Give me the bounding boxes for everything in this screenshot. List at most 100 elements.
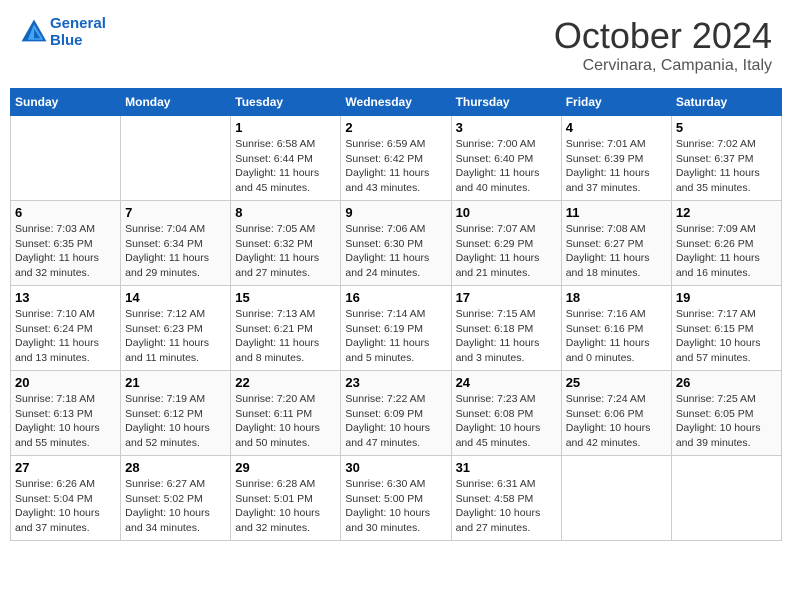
calendar-cell: 24 Sunrise: 7:23 AMSunset: 6:08 PMDayligh… bbox=[451, 371, 561, 456]
day-info: Sunrise: 7:23 AMSunset: 6:08 PMDaylight:… bbox=[456, 392, 557, 451]
weekday-header: Tuesday bbox=[231, 89, 341, 116]
day-number: 13 bbox=[15, 290, 116, 305]
calendar-cell: 31 Sunrise: 6:31 AMSunset: 4:58 PMDayligh… bbox=[451, 456, 561, 541]
day-number: 9 bbox=[345, 205, 446, 220]
day-number: 7 bbox=[125, 205, 226, 220]
calendar-cell: 17 Sunrise: 7:15 AMSunset: 6:18 PMDayligh… bbox=[451, 286, 561, 371]
day-number: 1 bbox=[235, 120, 336, 135]
day-number: 5 bbox=[676, 120, 777, 135]
day-info: Sunrise: 7:07 AMSunset: 6:29 PMDaylight:… bbox=[456, 222, 557, 281]
calendar-cell: 12 Sunrise: 7:09 AMSunset: 6:26 PMDayligh… bbox=[671, 201, 781, 286]
day-number: 14 bbox=[125, 290, 226, 305]
calendar-cell: 5 Sunrise: 7:02 AMSunset: 6:37 PMDaylight… bbox=[671, 116, 781, 201]
day-info: Sunrise: 7:02 AMSunset: 6:37 PMDaylight:… bbox=[676, 137, 777, 196]
month-title: October 2024 bbox=[554, 15, 772, 57]
day-info: Sunrise: 7:01 AMSunset: 6:39 PMDaylight:… bbox=[566, 137, 667, 196]
calendar-cell: 11 Sunrise: 7:08 AMSunset: 6:27 PMDayligh… bbox=[561, 201, 671, 286]
day-number: 23 bbox=[345, 375, 446, 390]
calendar-cell: 18Sunrise: 7:16 AMSunset: 6:16 PMDayligh… bbox=[561, 286, 671, 371]
day-info: Sunrise: 6:30 AMSunset: 5:00 PMDaylight:… bbox=[345, 477, 446, 536]
weekday-header: Wednesday bbox=[341, 89, 451, 116]
day-number: 19 bbox=[676, 290, 777, 305]
logo: General Blue bbox=[20, 15, 106, 49]
calendar-cell: 1 Sunrise: 6:58 AMSunset: 6:44 PMDaylight… bbox=[231, 116, 341, 201]
day-info: Sunrise: 7:06 AMSunset: 6:30 PMDaylight:… bbox=[345, 222, 446, 281]
day-number: 6 bbox=[15, 205, 116, 220]
calendar-cell bbox=[671, 456, 781, 541]
day-number: 10 bbox=[456, 205, 557, 220]
day-info: Sunrise: 6:59 AMSunset: 6:42 PMDaylight:… bbox=[345, 137, 446, 196]
location: Cervinara, Campania, Italy bbox=[554, 57, 772, 75]
day-info: Sunrise: 6:31 AMSunset: 4:58 PMDaylight:… bbox=[456, 477, 557, 536]
calendar-cell: 29 Sunrise: 6:28 AMSunset: 5:01 PMDayligh… bbox=[231, 456, 341, 541]
day-info: Sunrise: 7:19 AMSunset: 6:12 PMDaylight:… bbox=[125, 392, 226, 451]
calendar-cell: 27 Sunrise: 6:26 AMSunset: 5:04 PMDayligh… bbox=[11, 456, 121, 541]
day-info: Sunrise: 7:05 AMSunset: 6:32 PMDaylight:… bbox=[235, 222, 336, 281]
day-number: 22 bbox=[235, 375, 336, 390]
day-number: 21 bbox=[125, 375, 226, 390]
calendar-cell: 6 Sunrise: 7:03 AMSunset: 6:35 PMDaylight… bbox=[11, 201, 121, 286]
day-info: Sunrise: 7:22 AMSunset: 6:09 PMDaylight:… bbox=[345, 392, 446, 451]
day-number: 30 bbox=[345, 460, 446, 475]
day-number: 3 bbox=[456, 120, 557, 135]
day-info: Sunrise: 7:15 AMSunset: 6:18 PMDaylight:… bbox=[456, 307, 557, 366]
calendar-cell: 23 Sunrise: 7:22 AMSunset: 6:09 PMDayligh… bbox=[341, 371, 451, 456]
calendar-cell bbox=[121, 116, 231, 201]
weekday-header: Sunday bbox=[11, 89, 121, 116]
day-number: 20 bbox=[15, 375, 116, 390]
day-number: 25 bbox=[566, 375, 667, 390]
day-info: Sunrise: 6:28 AMSunset: 5:01 PMDaylight:… bbox=[235, 477, 336, 536]
calendar-header-row: SundayMondayTuesdayWednesdayThursdayFrid… bbox=[11, 89, 782, 116]
day-info: Sunrise: 7:20 AMSunset: 6:11 PMDaylight:… bbox=[235, 392, 336, 451]
page-header: General Blue October 2024 Cervinara, Cam… bbox=[10, 10, 782, 80]
weekday-header: Friday bbox=[561, 89, 671, 116]
calendar-cell bbox=[11, 116, 121, 201]
weekday-header: Thursday bbox=[451, 89, 561, 116]
calendar-cell: 10 Sunrise: 7:07 AMSunset: 6:29 PMDayligh… bbox=[451, 201, 561, 286]
calendar-week-row: 6 Sunrise: 7:03 AMSunset: 6:35 PMDaylight… bbox=[11, 201, 782, 286]
day-info: Sunrise: 7:17 AMSunset: 6:15 PMDaylight:… bbox=[676, 307, 777, 366]
calendar-week-row: 13 Sunrise: 7:10 AMSunset: 6:24 PMDayligh… bbox=[11, 286, 782, 371]
day-info: Sunrise: 7:04 AMSunset: 6:34 PMDaylight:… bbox=[125, 222, 226, 281]
calendar-cell: 26Sunrise: 7:25 AMSunset: 6:05 PMDayligh… bbox=[671, 371, 781, 456]
weekday-header: Saturday bbox=[671, 89, 781, 116]
day-info: Sunrise: 7:13 AMSunset: 6:21 PMDaylight:… bbox=[235, 307, 336, 366]
day-info: Sunrise: 6:58 AMSunset: 6:44 PMDaylight:… bbox=[235, 137, 336, 196]
day-number: 8 bbox=[235, 205, 336, 220]
day-number: 12 bbox=[676, 205, 777, 220]
calendar-cell: 21 Sunrise: 7:19 AMSunset: 6:12 PMDayligh… bbox=[121, 371, 231, 456]
day-number: 24 bbox=[456, 375, 557, 390]
day-number: 28 bbox=[125, 460, 226, 475]
day-info: Sunrise: 7:10 AMSunset: 6:24 PMDaylight:… bbox=[15, 307, 116, 366]
day-number: 31 bbox=[456, 460, 557, 475]
day-number: 4 bbox=[566, 120, 667, 135]
day-info: Sunrise: 7:08 AMSunset: 6:27 PMDaylight:… bbox=[566, 222, 667, 281]
day-number: 11 bbox=[566, 205, 667, 220]
calendar-table: SundayMondayTuesdayWednesdayThursdayFrid… bbox=[10, 88, 782, 541]
calendar-week-row: 20 Sunrise: 7:18 AMSunset: 6:13 PMDayligh… bbox=[11, 371, 782, 456]
day-info: Sunrise: 7:03 AMSunset: 6:35 PMDaylight:… bbox=[15, 222, 116, 281]
day-number: 27 bbox=[15, 460, 116, 475]
day-number: 29 bbox=[235, 460, 336, 475]
calendar-cell: 7 Sunrise: 7:04 AMSunset: 6:34 PMDaylight… bbox=[121, 201, 231, 286]
day-number: 17 bbox=[456, 290, 557, 305]
day-number: 26 bbox=[676, 375, 777, 390]
calendar-cell: 4 Sunrise: 7:01 AMSunset: 6:39 PMDaylight… bbox=[561, 116, 671, 201]
day-number: 18 bbox=[566, 290, 667, 305]
calendar-cell: 22 Sunrise: 7:20 AMSunset: 6:11 PMDayligh… bbox=[231, 371, 341, 456]
calendar-week-row: 1 Sunrise: 6:58 AMSunset: 6:44 PMDaylight… bbox=[11, 116, 782, 201]
calendar-cell: 9 Sunrise: 7:06 AMSunset: 6:30 PMDaylight… bbox=[341, 201, 451, 286]
weekday-header: Monday bbox=[121, 89, 231, 116]
day-info: Sunrise: 7:18 AMSunset: 6:13 PMDaylight:… bbox=[15, 392, 116, 451]
day-number: 2 bbox=[345, 120, 446, 135]
day-info: Sunrise: 6:26 AMSunset: 5:04 PMDaylight:… bbox=[15, 477, 116, 536]
calendar-week-row: 27 Sunrise: 6:26 AMSunset: 5:04 PMDayligh… bbox=[11, 456, 782, 541]
day-number: 15 bbox=[235, 290, 336, 305]
calendar-cell: 2 Sunrise: 6:59 AMSunset: 6:42 PMDaylight… bbox=[341, 116, 451, 201]
calendar-cell: 15 Sunrise: 7:13 AMSunset: 6:21 PMDayligh… bbox=[231, 286, 341, 371]
day-info: Sunrise: 7:09 AMSunset: 6:26 PMDaylight:… bbox=[676, 222, 777, 281]
calendar-cell: 25 Sunrise: 7:24 AMSunset: 6:06 PMDayligh… bbox=[561, 371, 671, 456]
calendar-cell: 20 Sunrise: 7:18 AMSunset: 6:13 PMDayligh… bbox=[11, 371, 121, 456]
day-info: Sunrise: 7:24 AMSunset: 6:06 PMDaylight:… bbox=[566, 392, 667, 451]
calendar-cell: 28Sunrise: 6:27 AMSunset: 5:02 PMDayligh… bbox=[121, 456, 231, 541]
